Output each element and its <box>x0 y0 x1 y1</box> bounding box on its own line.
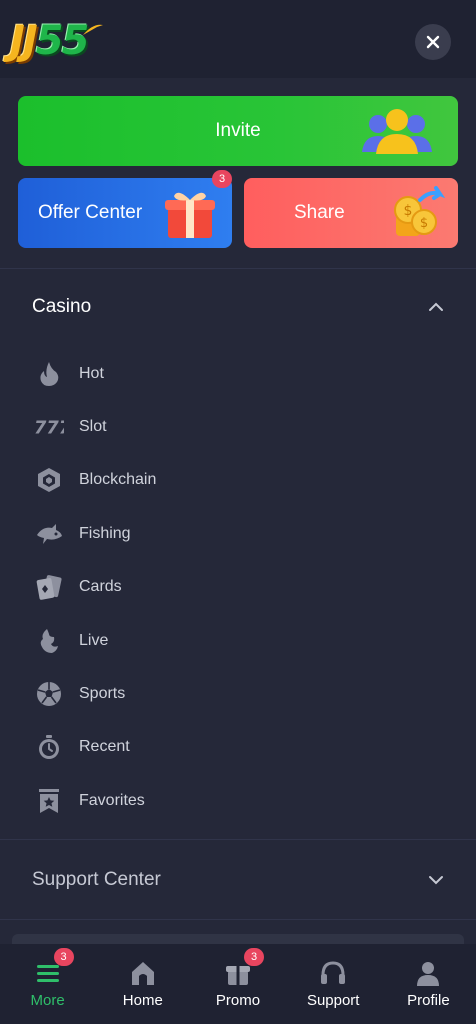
svg-text:$: $ <box>404 203 413 219</box>
gift-box-icon <box>165 192 215 238</box>
bottom-tab-bar: More 3 Home Promo 3 Support Profile <box>0 944 476 1024</box>
invite-button[interactable]: Invite <box>18 96 458 166</box>
casino-title: Casino <box>32 296 92 317</box>
bookmark-star-icon <box>34 786 64 816</box>
menu-item-slot[interactable]: 777 Slot <box>0 400 476 453</box>
soccer-ball-icon <box>34 679 64 709</box>
home-icon <box>128 958 158 988</box>
tab-label: Support <box>306 992 360 1009</box>
cube-icon <box>34 465 64 495</box>
menu-item-sports[interactable]: Sports <box>0 667 476 720</box>
menu-item-cards[interactable]: Cards <box>0 561 476 614</box>
logo-swoosh-icon <box>83 24 104 35</box>
casino-menu: Hot 777 Slot Blockchain Fishing Cards Li… <box>0 347 476 828</box>
offer-center-badge: 3 <box>212 170 232 188</box>
casino-section-header[interactable]: Casino <box>0 272 476 342</box>
tab-label: Promo <box>215 992 261 1009</box>
close-button[interactable] <box>415 24 451 60</box>
tab-home[interactable]: Home <box>95 944 190 1024</box>
close-icon <box>426 35 440 49</box>
tab-label: Home <box>122 992 163 1009</box>
menu-item-hot[interactable]: Hot <box>0 347 476 400</box>
menu-item-label: Favorites <box>79 791 145 809</box>
support-center-section-header[interactable]: Support Center <box>0 845 476 915</box>
menu-item-label: Sports <box>79 685 126 703</box>
menu-item-label: Blockchain <box>79 471 157 489</box>
cards-icon <box>34 572 64 602</box>
offer-center-label: Offer Center <box>38 202 143 223</box>
menu-item-blockchain[interactable]: Blockchain <box>0 454 476 507</box>
menu-item-label: Hot <box>79 364 104 382</box>
support-center-title: Support Center <box>32 869 161 890</box>
tab-promo[interactable]: Promo 3 <box>190 944 285 1024</box>
tab-label: Profile <box>407 992 450 1009</box>
tab-label: More <box>30 992 65 1009</box>
tab-more[interactable]: More 3 <box>0 944 95 1024</box>
menu-item-fishing[interactable]: Fishing <box>0 507 476 560</box>
chevron-down-icon <box>429 876 443 885</box>
tab-profile[interactable]: Profile <box>381 944 476 1024</box>
logo-55: 55 <box>35 18 90 64</box>
coins-share-icon: $ $ <box>394 186 446 236</box>
flame-icon <box>34 359 64 389</box>
share-label: Share <box>294 202 345 223</box>
offer-center-button[interactable]: Offer Center 3 <box>18 170 232 248</box>
drawer-header: JJ 55 <box>0 0 476 78</box>
menu-item-favorites[interactable]: Favorites <box>0 774 476 827</box>
fish-icon <box>34 519 64 549</box>
live-dealer-icon <box>34 626 64 656</box>
menu-item-label: Recent <box>79 738 130 756</box>
tab-support[interactable]: Support <box>286 944 381 1024</box>
stopwatch-icon <box>34 732 64 762</box>
menu-item-recent[interactable]: Recent <box>0 721 476 774</box>
svg-text:777: 777 <box>34 418 64 438</box>
tab-more-badge: 3 <box>53 948 74 966</box>
user-icon <box>413 958 443 988</box>
svg-text:$: $ <box>420 216 428 231</box>
tab-promo-badge: 3 <box>244 948 264 966</box>
share-button[interactable]: Share $ $ <box>244 178 458 248</box>
chevron-up-icon <box>429 302 443 311</box>
divider-bottom <box>0 919 476 920</box>
slot-777-icon: 777 <box>34 412 64 442</box>
users-icon <box>362 109 432 154</box>
menu-item-label: Fishing <box>79 524 131 542</box>
menu-item-label: Slot <box>79 418 107 436</box>
logo-jj: JJ <box>10 18 38 64</box>
divider-top <box>0 268 476 269</box>
headset-icon <box>318 958 348 988</box>
divider-middle <box>0 839 476 840</box>
brand-logo[interactable]: JJ 55 <box>10 14 160 68</box>
menu-item-label: Live <box>79 631 109 649</box>
menu-item-live[interactable]: Live <box>0 614 476 667</box>
menu-item-label: Cards <box>79 578 122 596</box>
